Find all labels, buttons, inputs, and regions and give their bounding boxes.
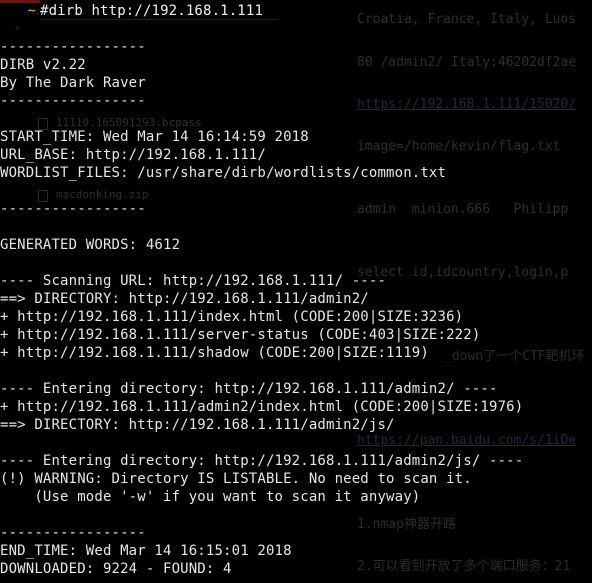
output-line: URL_BASE: http://192.168.1.111/ bbox=[0, 147, 266, 163]
output-line: ----------------- bbox=[0, 93, 146, 109]
output-line: DOWNLOADED: 9224 - FOUND: 4 bbox=[0, 561, 232, 577]
output-line: + http://192.168.1.111/shadow (CODE:200|… bbox=[0, 345, 429, 361]
output-line: ---- Scanning URL: http://192.168.1.111/… bbox=[0, 273, 387, 289]
output-line: ----------------- bbox=[0, 201, 146, 217]
output-line: + http://192.168.1.111/server-status (CO… bbox=[0, 327, 481, 343]
command-text: #dirb http://192.168.1.111 bbox=[40, 3, 264, 19]
prompt-symbol: ~ bbox=[27, 3, 36, 19]
output-line: ----------------- bbox=[0, 525, 146, 541]
output-line: ----------------- bbox=[0, 39, 146, 55]
output-line: ---- Entering directory: http://192.168.… bbox=[0, 381, 498, 397]
output-line: ==> DIRECTORY: http://192.168.1.111/admi… bbox=[0, 417, 395, 433]
output-line: ---- Entering directory: http://192.168.… bbox=[0, 453, 524, 469]
terminal-output: ~ #dirb http://192.168.1.111 ------------… bbox=[0, 2, 523, 578]
output-line: DIRB v2.22 bbox=[0, 57, 86, 73]
output-line: (Use mode '-w' if you want to scan it an… bbox=[0, 489, 421, 505]
output-line: (!) WARNING: Directory IS LISTABLE. No n… bbox=[0, 471, 472, 487]
output-line: GENERATED WORDS: 4612 bbox=[0, 237, 181, 253]
output-line: START_TIME: Wed Mar 14 16:14:59 2018 bbox=[0, 129, 309, 145]
output-line: + http://192.168.1.111/admin2/index.html… bbox=[0, 399, 524, 415]
output-line: ==> DIRECTORY: http://192.168.1.111/admi… bbox=[0, 291, 369, 307]
output-line: + http://192.168.1.111/index.html (CODE:… bbox=[0, 309, 464, 325]
output-line: END_TIME: Wed Mar 14 16:15:01 2018 bbox=[0, 543, 292, 559]
output-line: WORDLIST_FILES: /usr/share/dirb/wordlist… bbox=[0, 165, 447, 181]
command-line: ~ #dirb http://192.168.1.111 bbox=[0, 2, 523, 20]
terminal-window[interactable]: ▾ 11110.165091293.bcpass macdonking.zip … bbox=[0, 0, 592, 583]
prompt-underline bbox=[40, 19, 278, 20]
output-line: By The Dark Raver bbox=[0, 75, 146, 91]
